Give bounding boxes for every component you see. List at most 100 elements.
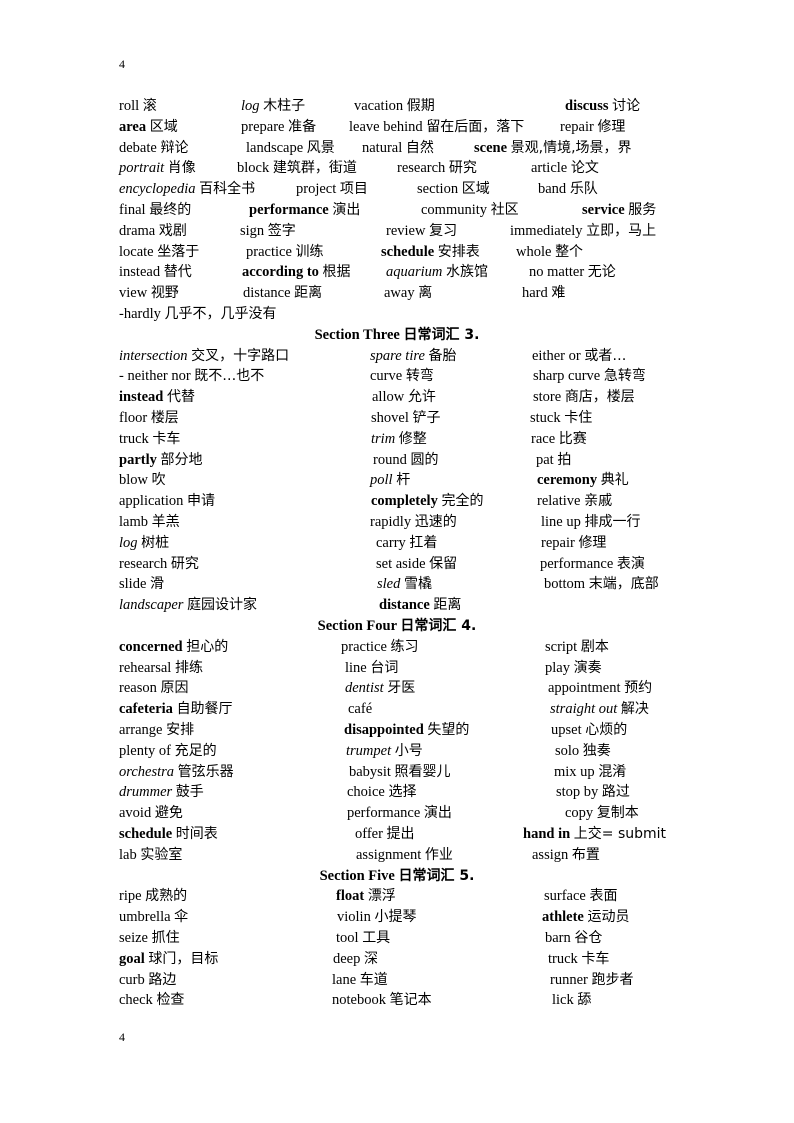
english-word: landscaper <box>119 597 184 614</box>
section-header: Section Three 日常词汇 3. <box>0 325 794 346</box>
chinese-meaning: 立即，马上 <box>586 222 657 239</box>
english-word: curve <box>370 368 403 385</box>
chinese-meaning: 留在后面，落下 <box>426 118 525 135</box>
vocab-entry: notebook 笔记本 <box>332 990 432 1011</box>
vocab-entry: round 圆的 <box>373 450 438 471</box>
vocab-entry: check 检查 <box>119 990 184 1011</box>
english-word: research <box>397 160 446 177</box>
vocab-entry: trim 修整 <box>371 429 427 450</box>
english-word: reason <box>119 680 157 697</box>
chinese-meaning: 乐队 <box>569 181 598 198</box>
chinese-meaning: 修理 <box>597 118 626 135</box>
english-word: dentist <box>345 680 384 697</box>
vocab-entry: float 漂浮 <box>336 886 396 907</box>
vocab-row: lamb 羊羔 rapidly 迅速的 line up 排成一行 <box>0 512 794 533</box>
english-word: café <box>348 701 373 718</box>
english-word: athlete <box>542 909 584 926</box>
vocab-row: goal 球门，目标 deep 深 truck 卡车 <box>0 949 794 970</box>
vocab-entry: sign 签字 <box>240 221 296 242</box>
english-word: lick <box>552 992 574 1009</box>
vocab-entry: - neither nor 既不…也不 <box>119 366 264 387</box>
english-word: slide <box>119 576 147 593</box>
vocab-entry: natural 自然 <box>362 138 434 159</box>
chinese-meaning: 照看婴儿 <box>394 763 451 780</box>
english-word: debate <box>119 139 157 156</box>
vocab-entry: store 商店，楼层 <box>533 387 635 408</box>
vocab-entry: trumpet 小号 <box>346 741 423 762</box>
vocab-row: encyclopedia 百科全书 project 项目 section 区域 ban… <box>0 179 794 200</box>
english-word: truck <box>548 950 578 967</box>
chinese-meaning: 练习 <box>390 638 419 655</box>
vocab-entry: research 研究 <box>397 158 477 179</box>
chinese-meaning: 几乎不，几乎没有 <box>164 306 277 322</box>
english-word: review <box>386 222 426 239</box>
english-word: assign <box>532 846 569 863</box>
vocab-entry: completely 完全的 <box>371 491 483 512</box>
english-word: avoid <box>119 805 152 822</box>
chinese-meaning: 羊羔 <box>151 514 180 530</box>
english-word: runner <box>550 971 588 988</box>
vocab-row: drama 戏剧 sign 签字 review 复习 immediately 立即，马… <box>0 221 794 242</box>
chinese-meaning: 整个 <box>555 243 584 260</box>
section-title: Section Three <box>314 326 400 343</box>
vocab-entry: portrait 肖像 <box>119 158 196 179</box>
english-word: article <box>531 160 568 177</box>
chinese-meaning: 保留 <box>429 555 458 572</box>
vocab-row: debate 辩论 landscape 风景 natural 自然 scene 景观,… <box>0 138 794 159</box>
english-word: relative <box>537 493 581 510</box>
chinese-meaning: 戏剧 <box>158 222 187 239</box>
english-word: copy <box>565 805 594 822</box>
vocab-entry: practice 练习 <box>341 637 419 658</box>
chinese-meaning: 假期 <box>406 98 435 114</box>
english-word: service <box>582 202 625 218</box>
chinese-meaning: 允许 <box>407 389 436 406</box>
vocab-entry: disappointed 失望的 <box>344 720 469 741</box>
vocab-entry: avoid 避免 <box>119 803 183 824</box>
english-word: log <box>241 98 260 114</box>
vocab-entry: set aside 保留 <box>376 554 457 575</box>
page-number-top: 4 <box>119 57 125 71</box>
english-word: tool <box>336 930 359 946</box>
vocab-entry: lane 车道 <box>332 970 388 991</box>
vocab-entry: discuss 讨论 <box>565 96 640 117</box>
vocab-entry: log 树桩 <box>119 533 169 554</box>
vocab-entry: lab 实验室 <box>119 845 182 866</box>
chinese-meaning: 跑步者 <box>591 971 634 988</box>
vocab-row: avoid 避免 performance 演出 copy 复制本 <box>0 803 794 824</box>
chinese-meaning: 原因 <box>160 680 189 697</box>
english-word: goal <box>119 950 145 967</box>
vocab-entry: band 乐队 <box>538 179 598 200</box>
english-word: carry <box>376 534 406 551</box>
chinese-meaning: 亲戚 <box>584 493 613 510</box>
english-word: barn <box>545 930 571 946</box>
vocab-row: instead 替代 according to 根据 aquarium 水族馆 no … <box>0 262 794 283</box>
english-word: store <box>533 389 562 406</box>
vocab-entry: landscape 风景 <box>246 138 335 159</box>
chinese-meaning: 交叉，十字路口 <box>191 347 290 364</box>
vocab-row: area 区域 prepare 准备 leave behind 留在后面，落下 rep… <box>0 117 794 138</box>
english-word: pat <box>536 451 554 468</box>
english-word: assignment <box>356 846 422 863</box>
english-word: curb <box>119 971 145 988</box>
chinese-meaning: 解决 <box>620 701 649 718</box>
chinese-meaning: 商店，楼层 <box>564 389 635 406</box>
vocab-entry: poll 杆 <box>370 470 410 491</box>
english-word: hand in <box>523 826 571 842</box>
vocab-entry: practice 训练 <box>246 242 324 263</box>
english-word: lab <box>119 846 137 863</box>
chinese-meaning: 楼层 <box>150 410 179 426</box>
chinese-meaning: 上交= submit <box>573 826 667 842</box>
page-number-bottom: 4 <box>119 1030 125 1044</box>
english-word: view <box>119 285 148 302</box>
english-word: arrange <box>119 722 163 738</box>
vocab-row: drummer 鼓手 choice 选择 stop by 路过 <box>0 782 794 803</box>
english-word: disappointed <box>344 722 424 738</box>
vocab-entry: distance 距离 <box>243 283 322 304</box>
english-word: choice <box>347 784 385 801</box>
vocab-row: view 视野 distance 距离 away 离 hard 难 <box>0 283 794 304</box>
chinese-meaning: 杆 <box>396 472 411 489</box>
english-word: encyclopedia <box>119 181 196 198</box>
chinese-meaning: 或者… <box>584 347 627 364</box>
vocab-entry: surface 表面 <box>544 886 617 907</box>
vocab-entry: whole 整个 <box>516 242 583 263</box>
